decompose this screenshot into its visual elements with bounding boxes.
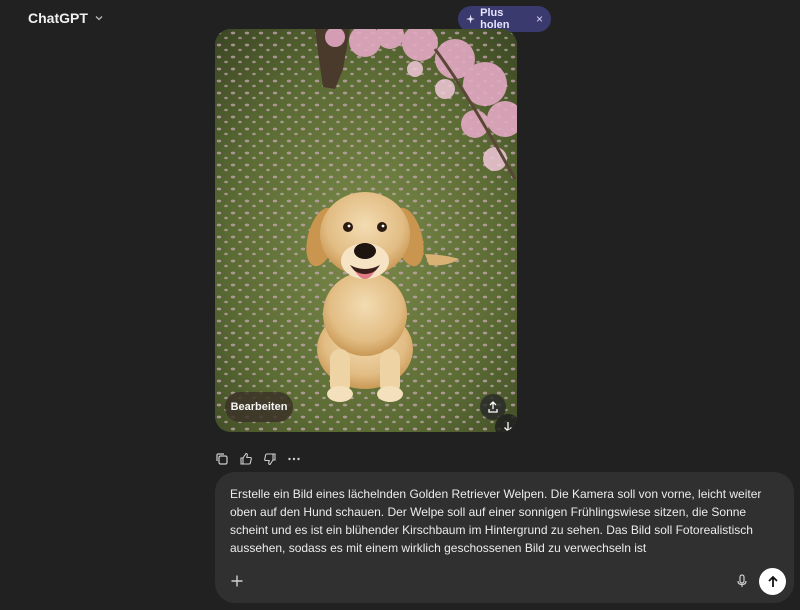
generated-image[interactable]: Bearbeiten (215, 29, 517, 432)
thumbs-down-button[interactable] (262, 451, 278, 467)
prompt-text[interactable]: Erstelle ein Bild eines lächelnden Golde… (230, 485, 782, 557)
copy-icon (216, 453, 228, 465)
edit-image-button[interactable]: Bearbeiten (225, 392, 293, 422)
download-button[interactable] (495, 414, 517, 432)
golden-retriever-puppy-image (215, 29, 517, 432)
close-icon[interactable]: × (536, 12, 543, 26)
arrow-up-icon (767, 575, 778, 587)
voice-input-button[interactable] (734, 573, 750, 589)
chevron-down-icon (95, 16, 103, 21)
model-name: ChatGPT (28, 10, 88, 26)
message-composer[interactable]: Erstelle ein Bild eines lächelnden Golde… (215, 472, 794, 603)
send-button[interactable] (759, 568, 786, 595)
download-icon (504, 422, 512, 432)
plus-icon (231, 575, 243, 587)
share-icon (488, 401, 498, 413)
plus-label: Plus holen (480, 7, 510, 31)
add-attachment-button[interactable] (228, 572, 246, 590)
model-selector[interactable]: ChatGPT (28, 10, 104, 26)
microphone-icon (737, 574, 747, 587)
more-button[interactable] (286, 451, 302, 467)
copy-button[interactable] (214, 451, 230, 467)
sparkle-icon (466, 14, 476, 24)
more-icon (288, 457, 300, 461)
thumbs-up-button[interactable] (238, 451, 254, 467)
thumbs-up-icon (240, 452, 252, 465)
thumbs-down-icon (264, 453, 276, 466)
message-actions (214, 451, 302, 467)
